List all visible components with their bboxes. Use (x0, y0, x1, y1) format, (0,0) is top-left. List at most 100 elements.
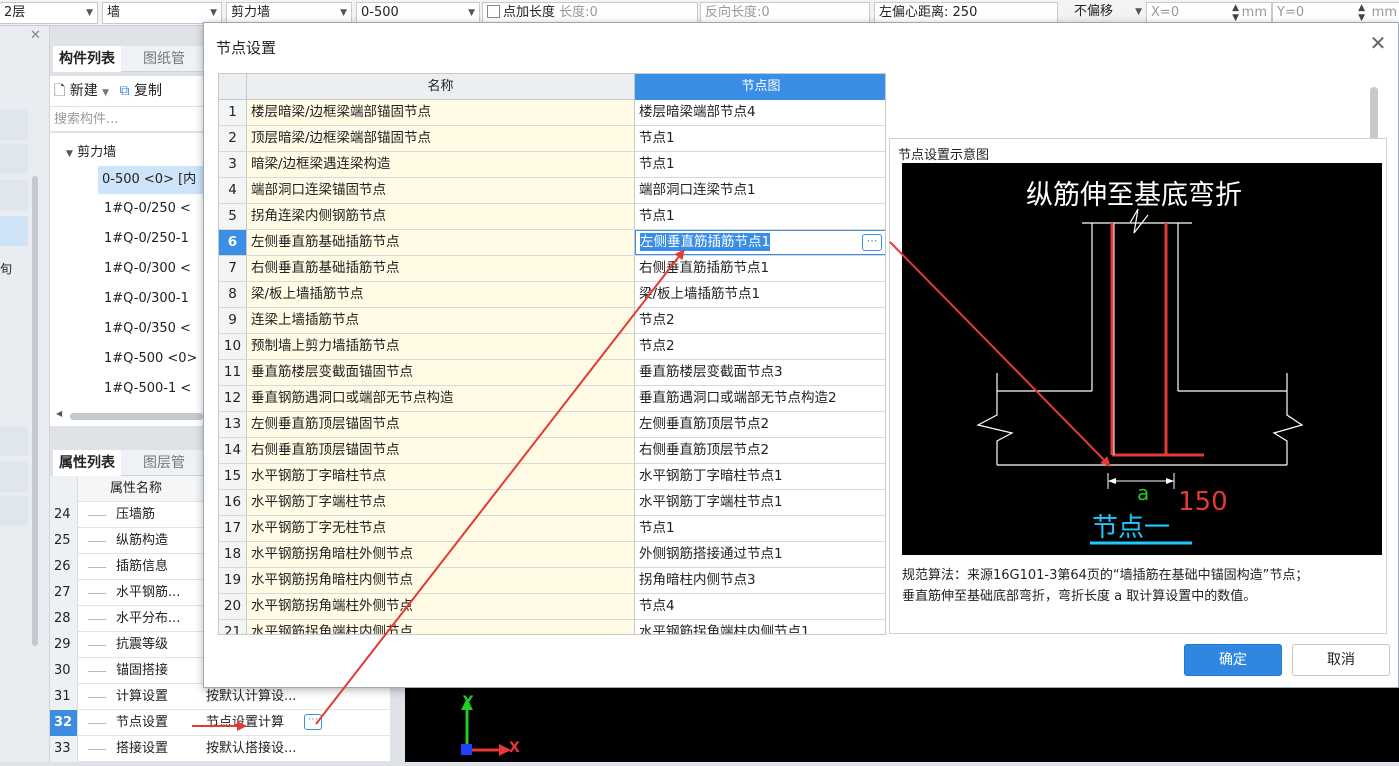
node-cell[interactable]: 水平钢筋拐角端柱内侧节点1 (635, 620, 885, 634)
table-row[interactable]: 2 顶层暗梁/边框梁端部锚固节点 节点1 (219, 126, 885, 152)
tree-item[interactable]: 1#Q-0/250-1 (104, 231, 189, 246)
component-select[interactable]: 0-500 ▼ (356, 2, 480, 24)
left-offset-field[interactable]: 左偏心距离: 250 (874, 2, 1058, 24)
tree-root-shear-wall[interactable]: ▼ 剪力墙 (66, 141, 116, 160)
y-coordinate-field[interactable]: Y=0 ▲ ▼ mm (1272, 2, 1399, 24)
tab-property-list[interactable]: 属性列表 (53, 450, 121, 476)
node-cell[interactable]: 水平钢筋丁字端柱节点1 (635, 490, 885, 515)
table-row[interactable]: 21 水平钢筋拐角端柱内侧节点 水平钢筋拐角端柱内侧节点1 (219, 620, 885, 634)
table-row[interactable]: 18 水平钢筋拐角暗柱外侧节点 外侧钢筋搭接通过节点1 (219, 542, 885, 568)
node-cell[interactable]: 端部洞口连梁节点1 (635, 178, 885, 203)
node-cell-editor[interactable]: 左侧垂直筋插筋节点1 ⋯ (635, 230, 885, 255)
spinner-icon[interactable]: ▲ ▼ (1232, 3, 1239, 23)
table-row[interactable]: 9 连梁上墙插筋节点 节点2 (219, 308, 885, 334)
property-row[interactable]: 33 搭接设置 按默认搭接设... (50, 736, 390, 762)
close-icon[interactable]: ✕ (30, 28, 41, 43)
chevron-down-icon: ▼ (468, 8, 475, 18)
dock-tab[interactable] (0, 462, 28, 492)
table-row[interactable]: 19 水平钢筋拐角暗柱内侧节点 拐角暗柱内侧节点3 (219, 568, 885, 594)
ellipsis-icon[interactable]: ⋯ (304, 714, 322, 730)
table-row[interactable]: 12 垂直钢筋遇洞口或端部无节点构造 垂直筋遇洞口或端部无节点构造2 (219, 386, 885, 412)
type-select[interactable]: 墙 ▼ (102, 2, 222, 24)
node-cell[interactable]: 右侧垂直筋插筋节点1 (635, 256, 885, 281)
row-index: 9 (219, 308, 247, 333)
node-cell[interactable]: 梁/板上墙插筋节点1 (635, 282, 885, 307)
tab-layer-management[interactable]: 图层管理 (137, 450, 203, 497)
table-row[interactable]: 20 水平钢筋拐角端柱外侧节点 节点4 (219, 594, 885, 620)
table-row[interactable]: 6 左侧垂直筋基础插筋节点 左侧垂直筋插筋节点1 ⋯ (219, 230, 885, 256)
reverse-length-field[interactable]: 反向长度:0 (700, 2, 870, 24)
row-index: 7 (219, 256, 247, 281)
node-cell[interactable]: 节点1 (635, 126, 885, 151)
table-row[interactable]: 13 左侧垂直筋顶层锚固节点 左侧垂直筋顶层节点2 (219, 412, 885, 438)
component-tree: ▼ 剪力墙 0-500 <0> [内 1#Q-0/250 < 1#Q-0/250… (50, 133, 203, 426)
copy-button[interactable]: ⧉ 复制 (120, 83, 162, 99)
table-row[interactable]: 3 暗梁/边框梁遇连梁构造 节点1 (219, 152, 885, 178)
x-coordinate-field[interactable]: X=0 ▲ ▼ mm (1146, 2, 1272, 24)
tree-item[interactable]: 1#Q-0/300 < (104, 261, 191, 276)
dock-tab[interactable] (0, 496, 28, 526)
tab-drawing-management[interactable]: 图纸管理 (137, 46, 203, 93)
node-cell[interactable]: 节点2 (635, 308, 885, 333)
drawing-canvas[interactable]: Y X (405, 688, 1399, 762)
node-cell[interactable]: 节点1 (635, 204, 885, 229)
table-row[interactable]: 16 水平钢筋丁字端柱节点 水平钢筋丁字端柱节点1 (219, 490, 885, 516)
ellipsis-icon[interactable]: ⋯ (862, 234, 882, 251)
node-cell[interactable]: 垂直筋遇洞口或端部无节点构造2 (635, 386, 885, 411)
x-axis-label: X (509, 740, 520, 756)
tree-item[interactable]: 1#Q-0/300-1 (104, 291, 189, 306)
node-cell[interactable]: 外侧钢筋搭接通过节点1 (635, 542, 885, 567)
node-cell[interactable]: 节点1 (635, 516, 885, 541)
dock-tab[interactable] (0, 144, 28, 174)
column-header-node[interactable]: 节点图 (635, 74, 885, 100)
dock-tab[interactable] (0, 110, 28, 140)
node-cell[interactable]: 右侧垂直筋顶层节点2 (635, 438, 885, 463)
component-search-input[interactable]: 搜索构件... (50, 106, 203, 132)
new-button[interactable]: 🗋 新建 ▼ (54, 83, 109, 99)
dock-tab[interactable] (0, 426, 28, 456)
tree-item[interactable]: 1#Q-500 <0> (104, 351, 197, 366)
table-row[interactable]: 11 垂直筋楼层变截面锚固节点 垂直筋楼层变截面节点3 (219, 360, 885, 386)
tab-component-list[interactable]: 构件列表 (53, 46, 121, 72)
node-cell[interactable]: 垂直筋楼层变截面节点3 (635, 360, 885, 385)
node-cell[interactable]: 节点1 (635, 152, 885, 177)
dock-tab[interactable] (0, 216, 28, 246)
table-row[interactable]: 7 右侧垂直筋基础插筋节点 右侧垂直筋插筋节点1 (219, 256, 885, 282)
subtype-select[interactable]: 剪力墙 ▼ (226, 2, 352, 24)
property-row-number: 33 (50, 736, 78, 762)
property-value[interactable]: 按默认搭接设... (206, 736, 376, 762)
table-row[interactable]: 10 预制墙上剪力墙插筋节点 节点2 (219, 334, 885, 360)
column-header-name[interactable]: 名称 (247, 74, 635, 100)
horizontal-scrollbar[interactable]: ◀ (56, 409, 203, 421)
table-row[interactable]: 1 楼层暗梁/边框梁端部锚固节点 楼层暗梁端部节点4 (219, 100, 885, 126)
node-cell[interactable]: 节点4 (635, 594, 885, 619)
property-row[interactable]: 32 节点设置 节点设置计算 ⋯ (50, 710, 390, 736)
node-cell[interactable]: 左侧垂直筋顶层节点2 (635, 412, 885, 437)
close-icon[interactable]: ✕ (1366, 31, 1390, 55)
floor-select[interactable]: 2层 ▼ (0, 2, 98, 24)
dock-tab[interactable] (0, 180, 28, 210)
table-row[interactable]: 15 水平钢筋丁字暗柱节点 水平钢筋丁字暗柱节点1 (219, 464, 885, 490)
node-cell[interactable]: 节点2 (635, 334, 885, 359)
spinner-icon[interactable]: ▲ ▼ (1358, 3, 1365, 23)
vertical-scrollbar[interactable] (32, 176, 38, 646)
offset-mode-select[interactable]: 不偏移 ▼ (1070, 2, 1146, 24)
tree-item[interactable]: 1#Q-0/250 < (104, 201, 191, 216)
table-row[interactable]: 5 拐角连梁内侧钢筋节点 节点1 (219, 204, 885, 230)
tree-item[interactable]: 0-500 <0> [内 (98, 166, 203, 194)
node-cell[interactable]: 水平钢筋丁字暗柱节点1 (635, 464, 885, 489)
node-cell[interactable]: 拐角暗柱内侧节点3 (635, 568, 885, 593)
table-row[interactable]: 17 水平钢筋丁字无柱节点 节点1 (219, 516, 885, 542)
cancel-button[interactable]: 取消 (1292, 644, 1390, 676)
point-length-checkbox[interactable]: 点加长度 长度:0 (482, 2, 698, 24)
subtype-select-value: 剪力墙 (231, 5, 271, 20)
table-row[interactable]: 14 右侧垂直筋顶层锚固节点 右侧垂直筋顶层节点2 (219, 438, 885, 464)
property-value[interactable]: 节点设置计算 (206, 710, 376, 736)
table-row[interactable]: 4 端部洞口连梁锚固节点 端部洞口连梁节点1 (219, 178, 885, 204)
left-offset-value: 250 (952, 5, 978, 20)
node-cell[interactable]: 楼层暗梁端部节点4 (635, 100, 885, 125)
tree-item[interactable]: 1#Q-500-1 < (104, 381, 191, 396)
ok-button[interactable]: 确定 (1184, 644, 1282, 676)
tree-item[interactable]: 1#Q-0/350 < (104, 321, 191, 336)
table-row[interactable]: 8 梁/板上墙插筋节点 梁/板上墙插筋节点1 (219, 282, 885, 308)
